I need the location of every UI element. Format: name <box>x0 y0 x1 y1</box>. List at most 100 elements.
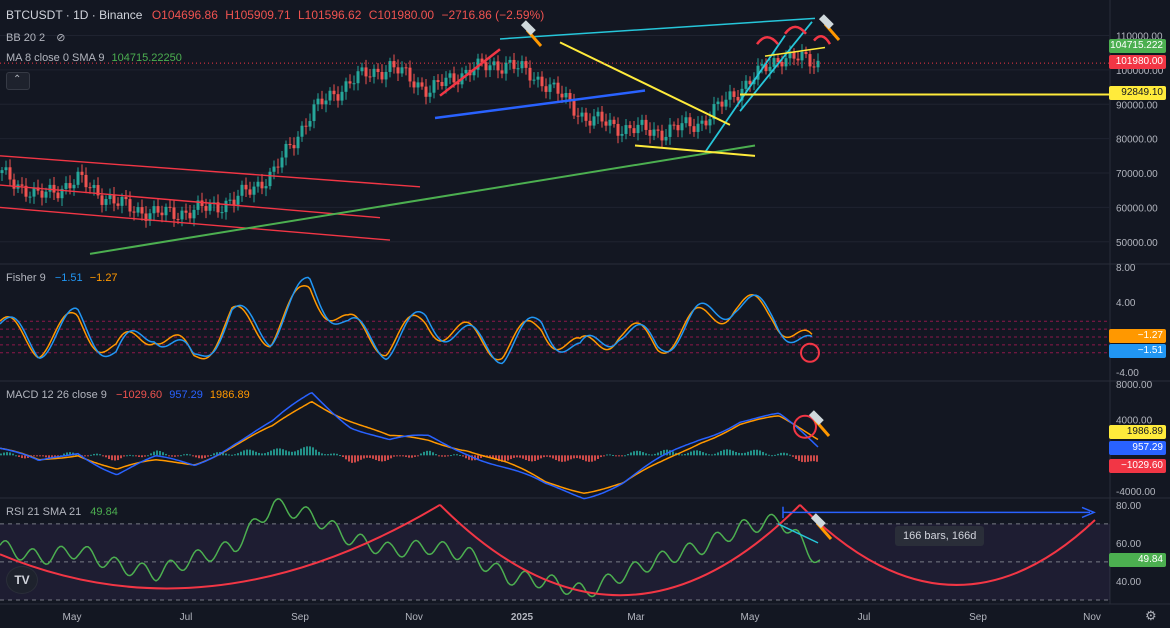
macd-histogram-bar <box>309 446 311 456</box>
legend-rsi[interactable]: RSI 21 SMA 21 49.84 <box>6 506 118 518</box>
macd-histogram-bar <box>684 453 686 456</box>
macd-histogram-bar <box>117 455 119 461</box>
macd-histogram-bar <box>507 455 509 461</box>
price-tag-fisher-a: −1.27 <box>1109 329 1166 343</box>
macd-histogram-bar <box>12 453 14 456</box>
macd-histogram-bar <box>120 455 122 459</box>
macd-histogram-bar <box>303 447 305 456</box>
macd-histogram-bar <box>552 455 554 459</box>
macd-histogram-bar <box>453 454 455 456</box>
macd-histogram-bar <box>378 455 380 462</box>
collapse-legend-button[interactable]: ⌃ <box>6 72 30 90</box>
macd-histogram-bar <box>459 454 461 456</box>
macd-histogram-bar <box>174 455 176 457</box>
macd-histogram-bar <box>168 455 170 457</box>
candle-body <box>232 199 236 205</box>
macd-histogram-bar <box>0 453 2 456</box>
macd-histogram-bar <box>6 452 8 456</box>
macd-histogram-bar <box>774 454 776 456</box>
macd-histogram-bar <box>738 452 740 456</box>
candle-body <box>200 200 204 207</box>
macd-histogram-bar <box>195 455 197 458</box>
candle-body <box>156 206 160 213</box>
candle-body <box>736 96 740 101</box>
candle-body <box>704 120 708 126</box>
candle-body <box>280 157 284 168</box>
candle-body <box>108 194 112 200</box>
macd-histogram-bar <box>558 455 560 462</box>
candle-body <box>192 209 196 219</box>
legend-bb[interactable]: BB 20 2 ⊘ <box>6 31 65 44</box>
macd-histogram-bar <box>342 455 344 457</box>
macd-histogram-bar <box>9 452 11 456</box>
macd-histogram-bar <box>240 451 242 456</box>
macd-histogram-bar <box>807 455 809 462</box>
fisher-tick-label: -4.00 <box>1116 368 1139 379</box>
macd-histogram-bar <box>99 454 101 456</box>
macd-histogram-bar <box>276 448 278 456</box>
macd-histogram-bar <box>375 455 377 461</box>
candle-body <box>580 112 584 117</box>
macd-histogram-bar <box>756 449 758 456</box>
price-tag-rsi: 49.84 <box>1109 553 1166 567</box>
macd-value-1: −1029.60 <box>115 389 163 401</box>
macd-histogram-bar <box>594 455 596 461</box>
macd-histogram-bar <box>300 448 302 456</box>
macd-histogram-bar <box>177 455 179 457</box>
candle-body <box>488 65 492 71</box>
candle-body <box>404 67 408 69</box>
price-tag-close: 101980.00 <box>1109 55 1166 69</box>
price-tag-macd-b: 957.29 <box>1109 441 1166 455</box>
candle-body <box>816 60 820 68</box>
macd-histogram-bar <box>561 455 563 462</box>
time-tick-label: May <box>63 612 82 623</box>
macd-histogram-bar <box>327 454 329 456</box>
legend-ma[interactable]: MA 8 close 0 SMA 9 104715.22250 <box>6 52 182 64</box>
candle-body <box>312 104 316 122</box>
macd-histogram-bar <box>729 449 731 456</box>
chart-canvas[interactable]: 110000.00100000.0090000.0080000.0070000.… <box>0 0 1170 628</box>
macd-histogram-bar <box>609 454 611 456</box>
macd-histogram-bar <box>522 455 524 459</box>
macd-histogram-bar <box>789 454 791 456</box>
candle-body <box>408 67 412 82</box>
candle-body <box>528 67 532 81</box>
macd-histogram-bar <box>408 455 410 458</box>
eye-off-icon[interactable]: ⊘ <box>56 32 65 44</box>
macd-histogram-bar <box>330 453 332 456</box>
legend-fisher[interactable]: Fisher 9 −1.51 −1.27 <box>6 272 118 284</box>
macd-histogram-bar <box>765 453 767 456</box>
candle-body <box>344 81 348 92</box>
gear-icon[interactable]: ⚙ <box>1145 608 1157 624</box>
candle-body <box>340 91 344 101</box>
candle-body <box>800 51 804 61</box>
macd-histogram-bar <box>717 452 719 456</box>
candle-body <box>412 81 416 88</box>
macd-histogram-bar <box>525 455 527 461</box>
macd-histogram-bar <box>564 455 566 462</box>
candle-body <box>464 69 468 74</box>
legend-macd[interactable]: MACD 12 26 close 9 −1029.60 957.29 1986.… <box>6 389 250 401</box>
candle-body <box>220 212 224 214</box>
macd-histogram-bar <box>801 455 803 462</box>
macd-histogram-bar <box>357 455 359 462</box>
macd-histogram-bar <box>252 450 254 456</box>
candle-body <box>812 66 816 68</box>
macd-histogram-bar <box>15 455 17 457</box>
macd-histogram-bar <box>243 450 245 456</box>
macd-histogram-bar <box>753 449 755 456</box>
macd-histogram-bar <box>261 453 263 456</box>
macd-histogram-bar <box>411 455 413 458</box>
chart-stage[interactable]: 110000.00 100000.00 90000.00 80000.00 70000.… <box>0 0 1170 628</box>
macd-histogram-bar <box>138 455 140 457</box>
macd-histogram-bar <box>780 452 782 456</box>
candle-body <box>520 61 524 69</box>
candle-body <box>760 63 764 66</box>
macd-histogram-bar <box>381 455 383 462</box>
macd-histogram-bar <box>273 449 275 456</box>
candle-body <box>80 171 84 175</box>
macd-histogram-bar <box>546 455 548 457</box>
candle-body <box>4 167 8 171</box>
macd-histogram-bar <box>18 455 20 457</box>
candle-body <box>452 73 456 83</box>
